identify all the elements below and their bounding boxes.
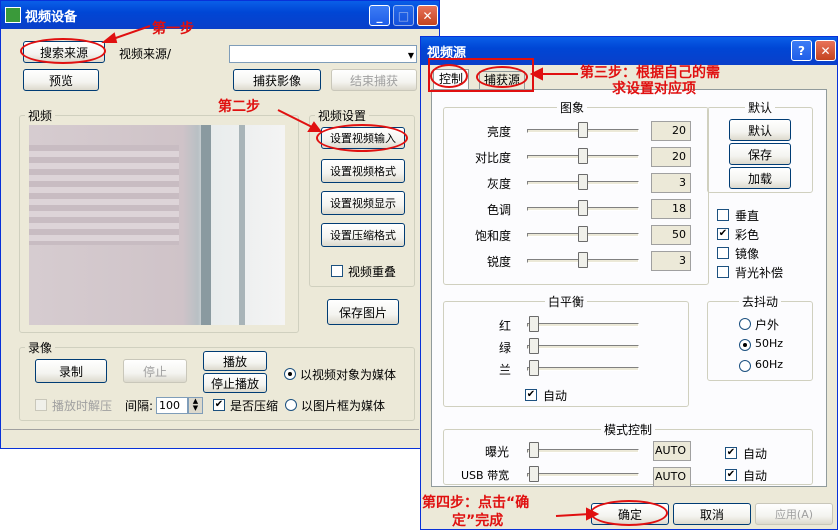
step2-highlight	[316, 124, 408, 152]
step3-tab-oval-a	[430, 64, 468, 88]
step1-annotation: 第一步	[152, 21, 194, 37]
step2-annotation: 第二步	[218, 99, 260, 115]
step2-arrow	[277, 109, 315, 129]
step1-highlight	[20, 38, 106, 64]
step4-annotation-line1: 第四步：点击“确	[422, 495, 530, 511]
step1-arrowhead	[101, 32, 118, 43]
step3-tab-oval-b	[476, 66, 528, 88]
step4-highlight	[590, 500, 668, 526]
step2-arrowhead	[307, 121, 322, 132]
step3-annotation-line2: 求设置对应项	[612, 81, 696, 97]
step4-arrow	[555, 513, 591, 517]
step4-annotation-line2: 定”完成	[452, 513, 504, 529]
